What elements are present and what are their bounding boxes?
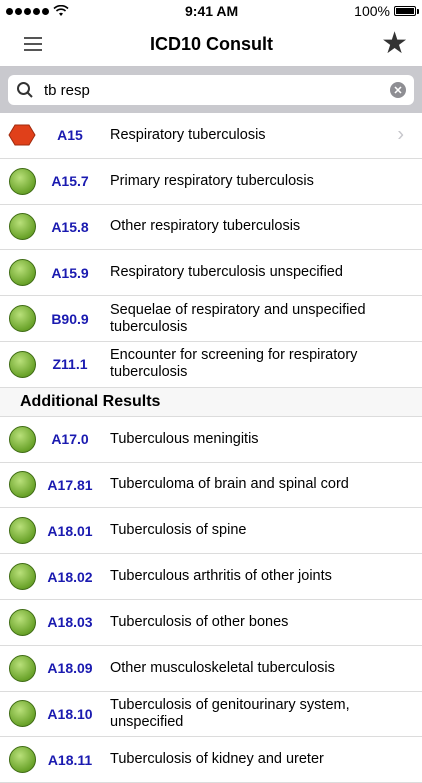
description-label: Tuberculosis of spine xyxy=(110,522,247,539)
table-row[interactable]: Z11.1 Encounter for screening for respira… xyxy=(0,342,422,388)
description-label: Primary respiratory tuberculosis xyxy=(110,172,314,189)
green-ball-icon xyxy=(8,167,36,195)
status-icon-cell xyxy=(0,259,44,287)
code-label: A15.7 xyxy=(51,173,89,190)
additional-results-list: A17.0 Tuberculous meningitis A17.81 Tubercu… xyxy=(0,417,422,783)
status-icon-cell xyxy=(0,746,44,774)
battery-percent: 100% xyxy=(354,3,390,19)
green-ball-icon xyxy=(8,350,36,378)
description-label: Other musculoskeletal tuberculosis xyxy=(110,659,335,676)
code-label: A18.01 xyxy=(47,522,93,539)
description-label: Tuberculosis of genitourinary system, un… xyxy=(110,696,350,730)
signal-icon xyxy=(6,7,49,15)
table-row[interactable]: A18.02 Tuberculous arthritis of other joi… xyxy=(0,554,422,600)
code-label: B90.9 xyxy=(51,310,89,327)
table-row[interactable]: A15 Respiratory tuberculosis › xyxy=(0,113,422,159)
description-label: Respiratory tuberculosis xyxy=(110,126,266,143)
status-icon-cell xyxy=(0,350,44,378)
status-left xyxy=(6,5,69,17)
results-list: A15 Respiratory tuberculosis › A15.7 Primary… xyxy=(0,113,422,388)
green-ball-icon xyxy=(8,746,36,774)
search-icon xyxy=(17,82,33,98)
status-bar: 9:41 AM 100% xyxy=(0,0,422,22)
status-icon-cell xyxy=(0,471,44,499)
hexagon-icon xyxy=(8,124,36,146)
hamburger-icon[interactable] xyxy=(24,37,42,51)
chevron-right-icon: › xyxy=(397,123,404,146)
description-label: Tuberculous meningitis xyxy=(110,430,259,447)
table-row[interactable]: A18.11 Tuberculosis of kidney and ureter xyxy=(0,737,422,783)
status-icon-cell xyxy=(0,124,44,146)
status-icon-cell xyxy=(0,305,44,333)
clear-icon[interactable]: ✕ xyxy=(390,82,406,98)
status-icon-cell xyxy=(0,425,44,453)
code-label: A15 xyxy=(57,127,83,144)
code-label: A15.9 xyxy=(51,264,89,281)
section-header-additional-results: Additional Results xyxy=(0,387,422,417)
wifi-icon xyxy=(53,5,69,16)
green-ball-icon xyxy=(8,213,36,241)
description-label: Sequelae of respiratory and unspecified … xyxy=(110,301,366,335)
battery-icon xyxy=(393,6,419,16)
code-label: A18.11 xyxy=(47,751,93,768)
green-ball-icon xyxy=(8,608,36,636)
description-label: Tuberculosis of kidney and ureter xyxy=(110,751,324,768)
green-ball-icon xyxy=(8,654,36,682)
navigation-bar: ICD10 Consult ★ xyxy=(0,22,422,67)
description-label: Other respiratory tuberculosis xyxy=(110,218,301,235)
description-label: Tuberculous arthritis of other joints xyxy=(110,568,332,585)
search-bar: ✕ xyxy=(0,67,422,113)
description-label: Respiratory tuberculosis unspecified xyxy=(110,264,343,281)
code-label: A15.8 xyxy=(51,218,89,235)
status-icon-cell xyxy=(0,608,44,636)
code-label: A18.09 xyxy=(47,660,93,677)
code-label: A17.0 xyxy=(51,431,89,448)
search-box[interactable]: ✕ xyxy=(8,75,414,105)
green-ball-icon xyxy=(8,563,36,591)
status-icon-cell xyxy=(0,563,44,591)
table-row[interactable]: A18.01 Tuberculosis of spine xyxy=(0,508,422,555)
code-label: A17.81 xyxy=(47,476,93,493)
status-icon-cell xyxy=(0,213,44,241)
description-label: Tuberculosis of other bones xyxy=(110,613,289,630)
green-ball-icon xyxy=(8,425,36,453)
table-row[interactable]: A15.7 Primary respiratory tuberculosis xyxy=(0,159,422,205)
table-row[interactable]: A15.9 Respiratory tuberculosis unspecifie… xyxy=(0,250,422,297)
status-right: 100% xyxy=(354,3,419,19)
green-ball-icon xyxy=(8,517,36,545)
status-icon-cell xyxy=(0,654,44,682)
code-label: A18.02 xyxy=(47,568,93,585)
table-row[interactable]: A18.09 Other musculoskeletal tuberculosis xyxy=(0,646,422,692)
status-icon-cell xyxy=(0,700,44,728)
table-row[interactable]: A17.0 Tuberculous meningitis xyxy=(0,417,422,463)
search-input[interactable] xyxy=(44,81,390,99)
status-icon-cell xyxy=(0,517,44,545)
table-row[interactable]: A15.8 Other respiratory tuberculosis xyxy=(0,205,422,251)
green-ball-icon xyxy=(8,471,36,499)
table-row[interactable]: B90.9 Sequelae of respiratory and unspeci… xyxy=(0,296,422,342)
status-icon-cell xyxy=(0,167,44,195)
table-row[interactable]: A17.81 Tuberculoma of brain and spinal co… xyxy=(0,463,422,509)
table-row[interactable]: A18.03 Tuberculosis of other bones xyxy=(0,600,422,646)
green-ball-icon xyxy=(8,305,36,333)
green-ball-icon xyxy=(8,259,36,287)
status-time: 9:41 AM xyxy=(185,3,239,19)
description-label: Tuberculoma of brain and spinal cord xyxy=(110,476,349,493)
table-row[interactable]: A18.10 Tuberculosis of genitourinary syst… xyxy=(0,692,422,738)
code-label: A18.03 xyxy=(47,614,93,631)
code-label: A18.10 xyxy=(47,705,93,722)
page-title: ICD10 Consult xyxy=(150,33,274,54)
star-icon[interactable]: ★ xyxy=(381,29,408,59)
green-ball-icon xyxy=(8,700,36,728)
description-label: Encounter for screening for respiratory … xyxy=(110,347,358,381)
code-label: Z11.1 xyxy=(52,356,88,373)
